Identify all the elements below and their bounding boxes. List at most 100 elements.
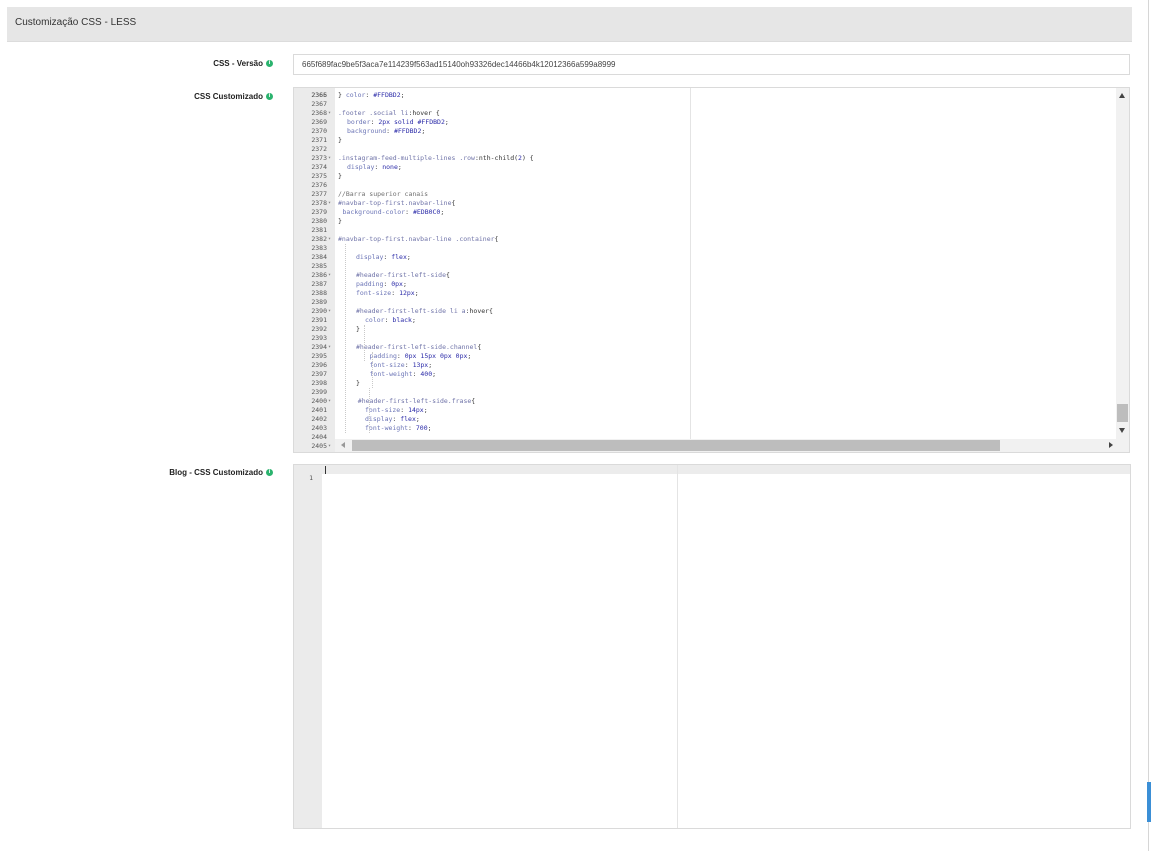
line-number: 2395 <box>311 352 327 360</box>
code-text: #navbar-top-first.navbar-line{ <box>338 199 456 207</box>
scroll-down-arrow-icon[interactable] <box>1119 428 1125 433</box>
css-version-value: 665f689fac9be5f3aca7e114239f563ad15140oh… <box>302 60 616 69</box>
code-text: } <box>356 325 360 333</box>
code-line: 2384 display: flex; <box>294 253 1129 262</box>
code-line: 2388 font-size: 12px; <box>294 289 1129 298</box>
code-line: 2367 <box>294 100 1129 109</box>
line-number: 2369 <box>311 118 327 126</box>
code-line: 2390 ▾ #header-first-left-side li a:hover{ <box>294 307 1129 316</box>
line-number: 2399 <box>311 388 327 396</box>
code-line: 2370 background: #FFDBD2; <box>294 127 1129 136</box>
line-number: 2394 <box>311 343 327 351</box>
info-icon[interactable]: i <box>266 469 273 476</box>
side-tab[interactable] <box>1147 782 1151 822</box>
code-text: border: 2px solid #FFDBD2; <box>347 118 449 126</box>
fold-toggle-icon[interactable]: ▾ <box>328 199 334 208</box>
custom-css-label-text: CSS Customizado <box>194 92 263 101</box>
code-line: 2376 <box>294 181 1129 190</box>
blog-css-editor[interactable]: 1 <box>293 464 1131 829</box>
line-number: 2376 <box>311 181 327 189</box>
code-line: 2403 font-weight: 700; <box>294 424 1129 433</box>
code-line: 2391 color: black; <box>294 316 1129 325</box>
code-line: 2389 <box>294 298 1129 307</box>
line-number: 2401 <box>311 406 327 414</box>
horizontal-scrollbar[interactable] <box>335 439 1117 452</box>
custom-css-editor[interactable]: 2365 color: #FFDBD2; 2366} 2367 2368 ▾ .foot… <box>293 87 1130 453</box>
code-line: 2368 ▾ .footer .social li:hover { <box>294 109 1129 118</box>
line-number: 2404 <box>311 433 327 441</box>
code-text: font-size: 12px; <box>356 289 419 297</box>
line-number: 2402 <box>311 415 327 423</box>
css-version-label: CSS - Versão i <box>213 59 273 68</box>
line-number: 2392 <box>311 325 327 333</box>
line-number: 2387 <box>311 280 327 288</box>
vertical-scrollbar[interactable] <box>1116 88 1129 440</box>
fold-toggle-icon[interactable]: ▾ <box>328 307 334 316</box>
code-line: 2400 ▾ #header-first-left-side.frase{ <box>294 397 1129 406</box>
code-text: } <box>338 136 342 144</box>
line-number: 2382 <box>311 235 327 243</box>
fold-toggle-icon[interactable]: ▾ <box>328 343 334 352</box>
line-number: 2393 <box>311 334 327 342</box>
line-number: 2371 <box>311 136 327 144</box>
code-line: 2396 font-size: 13px; <box>294 361 1129 370</box>
code-text: } <box>338 172 342 180</box>
line-number: 2380 <box>311 217 327 225</box>
line-number: 2367 <box>311 100 327 108</box>
fold-toggle-icon[interactable]: ▾ <box>328 109 334 118</box>
fold-toggle-icon[interactable]: ▾ <box>328 442 334 451</box>
line-number: 2391 <box>311 316 327 324</box>
code-line: 2393 <box>294 334 1129 343</box>
info-icon[interactable]: i <box>266 60 273 67</box>
code-text: .footer .social li:hover { <box>338 109 440 117</box>
code-text: } <box>356 379 360 387</box>
line-number: 2384 <box>311 253 327 261</box>
line-number: 2388 <box>311 289 327 297</box>
line-number: 1 <box>309 474 313 482</box>
code-line: 2399 <box>294 388 1129 397</box>
scroll-right-arrow-icon[interactable] <box>1109 442 1113 448</box>
text-cursor <box>325 466 326 474</box>
line-number: 2370 <box>311 127 327 135</box>
code-line: 2383 <box>294 244 1129 253</box>
line-number: 2397 <box>311 370 327 378</box>
fold-toggle-icon[interactable]: ▾ <box>328 235 334 244</box>
horizontal-scroll-thumb[interactable] <box>352 440 1000 451</box>
line-number: 2396 <box>311 361 327 369</box>
line-number: 2378 <box>311 199 327 207</box>
info-icon[interactable]: i <box>266 93 273 100</box>
indent-guide <box>372 352 373 388</box>
code-line: 2394 ▾ #header-first-left-side.channel{ <box>294 343 1129 352</box>
line-number: 2383 <box>311 244 327 252</box>
line-number: 2366 <box>311 91 327 99</box>
vertical-scroll-thumb[interactable] <box>1117 404 1128 422</box>
section-header: Customização CSS - LESS <box>7 7 1132 42</box>
indent-guide <box>364 325 365 361</box>
code-text: font-size: 14px; <box>365 406 428 414</box>
page-right-border <box>1148 0 1149 851</box>
scroll-left-arrow-icon[interactable] <box>341 442 345 448</box>
scroll-up-arrow-icon[interactable] <box>1119 93 1125 98</box>
scrollbar-corner <box>1116 439 1129 452</box>
line-number: 2372 <box>311 145 327 153</box>
code-line: 2379 background-color: #EDB0C0; <box>294 208 1129 217</box>
code-text: } <box>338 217 342 225</box>
css-version-input[interactable]: 665f689fac9be5f3aca7e114239f563ad15140oh… <box>293 54 1130 75</box>
code-text: padding: 0px 15px 0px 0px; <box>369 352 472 360</box>
line-number: 2398 <box>311 379 327 387</box>
code-line: 2372 <box>294 145 1129 154</box>
code-line: 2377 //Barra superior canais <box>294 190 1129 199</box>
line-number: 2403 <box>311 424 327 432</box>
code-line: 2402 display: flex; <box>294 415 1129 424</box>
code-text: #header-first-left-side{ <box>356 271 450 279</box>
code-area[interactable]: 2366} 2367 2368 ▾ .footer .social li:hover {… <box>294 88 1129 452</box>
fold-toggle-icon[interactable]: ▾ <box>328 154 334 163</box>
fold-toggle-icon[interactable]: ▾ <box>328 397 334 406</box>
css-version-label-text: CSS - Versão <box>213 59 263 68</box>
code-text: #navbar-top-first.navbar-line .container… <box>338 235 499 243</box>
code-line: 2395 padding: 0px 15px 0px 0px; <box>294 352 1129 361</box>
code-line: 2382 ▾ #navbar-top-first.navbar-line .cont… <box>294 235 1129 244</box>
code-line: 2374 display: none; <box>294 163 1129 172</box>
code-line: 2397 font-weight: 400; <box>294 370 1129 379</box>
fold-toggle-icon[interactable]: ▾ <box>328 271 334 280</box>
